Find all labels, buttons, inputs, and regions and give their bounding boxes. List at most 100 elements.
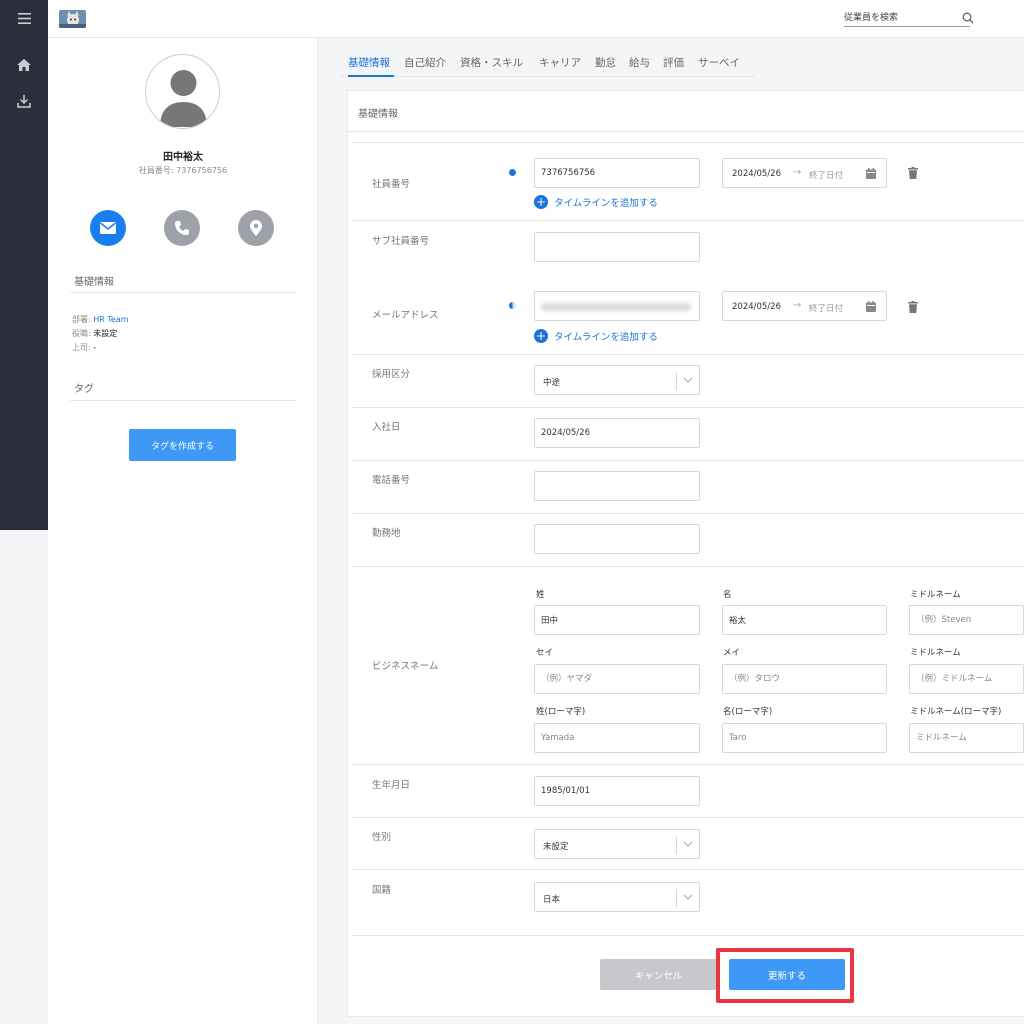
calendar-icon: [866, 168, 876, 179]
add-timeline-button[interactable]: + タイムラインを追加する: [534, 195, 658, 209]
hire-type-select[interactable]: 中途: [534, 365, 700, 395]
birthday-input[interactable]: [534, 776, 700, 806]
first-name-input[interactable]: [722, 605, 887, 635]
divider: [352, 869, 1024, 870]
tab-skills[interactable]: 資格・スキル: [460, 55, 523, 70]
boss-value: -: [93, 343, 97, 352]
divider: [352, 566, 1024, 567]
boss-label: 上司:: [72, 343, 94, 352]
tab-evaluation[interactable]: 評価: [663, 55, 684, 70]
hire-type-value: 中途: [543, 378, 561, 388]
plus-circle-icon: +: [534, 195, 548, 209]
join-date-input[interactable]: [534, 418, 700, 448]
tab-survey[interactable]: サーベイ: [698, 55, 740, 70]
divider: [352, 407, 1024, 408]
sub-employee-no-input[interactable]: [534, 232, 700, 262]
join-date-label: 入社日: [372, 422, 401, 433]
side-nav: [0, 0, 48, 530]
phone-button[interactable]: [164, 210, 200, 246]
user-avatar-thumb[interactable]: [59, 10, 86, 28]
card-header: 基礎情報: [348, 91, 1024, 132]
profile-avatar: [145, 54, 220, 129]
tab-career[interactable]: キャリア: [539, 55, 581, 70]
tab-salary[interactable]: 給与: [629, 55, 650, 70]
trash-icon[interactable]: [908, 301, 918, 313]
last-roman-input[interactable]: [534, 723, 700, 753]
divider: [352, 513, 1024, 514]
divider: [352, 460, 1024, 461]
first-kana-input[interactable]: [722, 664, 887, 694]
divider: [352, 354, 1024, 355]
start-date: 2024/05/26: [732, 169, 781, 179]
email-date-range[interactable]: 2024/05/26 → 終了日付: [722, 291, 887, 321]
arrow-right-icon: →: [793, 300, 802, 311]
location-button[interactable]: [238, 210, 274, 246]
home-icon[interactable]: [0, 50, 48, 80]
divider: [352, 935, 1024, 936]
last-kana-input[interactable]: [534, 664, 700, 694]
chevron-down-icon: [683, 892, 693, 902]
first-roman-label: 名(ローマ字): [723, 707, 773, 717]
gender-label: 性別: [372, 832, 392, 843]
tab-attendance[interactable]: 勤怠: [595, 55, 616, 70]
active-tab-indicator: [348, 75, 394, 77]
email-label: メールアドレス: [372, 310, 439, 321]
profile-name: 田中裕太: [163, 152, 203, 163]
cancel-button[interactable]: キャンセル: [600, 959, 717, 990]
download-icon[interactable]: [0, 86, 48, 116]
divider: [352, 220, 1024, 221]
workplace-input[interactable]: [534, 524, 700, 554]
divider: [352, 142, 1024, 143]
chevron-down-icon: [683, 839, 693, 849]
dept-label: 部署:: [72, 315, 94, 324]
gender-value: 未設定: [543, 842, 569, 852]
plus-circle-icon: +: [534, 329, 548, 343]
basic-info-heading: 基礎情報: [74, 277, 114, 288]
hire-type-label: 採用区分: [372, 369, 411, 380]
first-kana-label: メイ: [723, 648, 741, 658]
tab-basic-info[interactable]: 基礎情報: [348, 55, 390, 70]
trash-icon[interactable]: [908, 167, 918, 179]
last-name-input[interactable]: [534, 605, 700, 635]
middle-kana-label: ミドルネーム: [910, 648, 961, 658]
timeline-dot: [509, 302, 516, 309]
card-title: 基礎情報: [358, 109, 398, 120]
gender-select[interactable]: 未設定: [534, 829, 700, 859]
location-pin-icon: [250, 220, 262, 236]
end-date-placeholder: 終了日付: [809, 304, 844, 314]
update-button[interactable]: 更新する: [729, 959, 845, 990]
profile-tabs: 基礎情報 自己紹介 資格・スキル キャリア 勤怠 給与 評価 サーベイ: [340, 52, 755, 77]
search-icon[interactable]: [962, 12, 974, 24]
nationality-value: 日本: [543, 895, 561, 905]
middle-roman-input[interactable]: [909, 723, 1024, 753]
role-info: 役職: 未設定: [72, 328, 117, 339]
email-button[interactable]: [90, 210, 126, 246]
dept-info: 部署: HR Team: [72, 314, 129, 325]
nationality-label: 国籍: [372, 885, 392, 896]
employee-no-input[interactable]: [534, 158, 700, 188]
employee-no-date-range[interactable]: 2024/05/26 → 終了日付: [722, 158, 887, 188]
create-tag-button[interactable]: タグを作成する: [129, 429, 236, 461]
dept-link[interactable]: HR Team: [93, 315, 128, 324]
add-timeline-label: タイムラインを追加する: [554, 198, 658, 209]
add-timeline-button[interactable]: + タイムラインを追加する: [534, 329, 658, 343]
first-roman-input[interactable]: [722, 723, 887, 753]
nationality-select[interactable]: 日本: [534, 882, 700, 912]
end-date-placeholder: 終了日付: [809, 171, 844, 181]
mail-icon: [100, 222, 116, 234]
middle-name-input[interactable]: [909, 605, 1024, 635]
tag-heading: タグ: [74, 384, 94, 395]
middle-roman-label: ミドルネーム(ローマ字): [910, 707, 1002, 717]
employee-search-input[interactable]: [844, 10, 970, 27]
last-roman-label: 姓(ローマ字): [536, 707, 586, 717]
middle-kana-input[interactable]: [909, 664, 1024, 694]
tab-self-intro[interactable]: 自己紹介: [404, 55, 446, 70]
phone-icon: [174, 220, 190, 236]
add-timeline-label: タイムラインを追加する: [554, 332, 658, 343]
middle-name-label: ミドルネーム: [910, 590, 961, 600]
menu-icon[interactable]: [0, 3, 48, 33]
workplace-label: 勤務地: [372, 528, 401, 539]
start-date: 2024/05/26: [732, 302, 781, 312]
phone-input[interactable]: [534, 471, 700, 501]
divider: [676, 372, 677, 390]
